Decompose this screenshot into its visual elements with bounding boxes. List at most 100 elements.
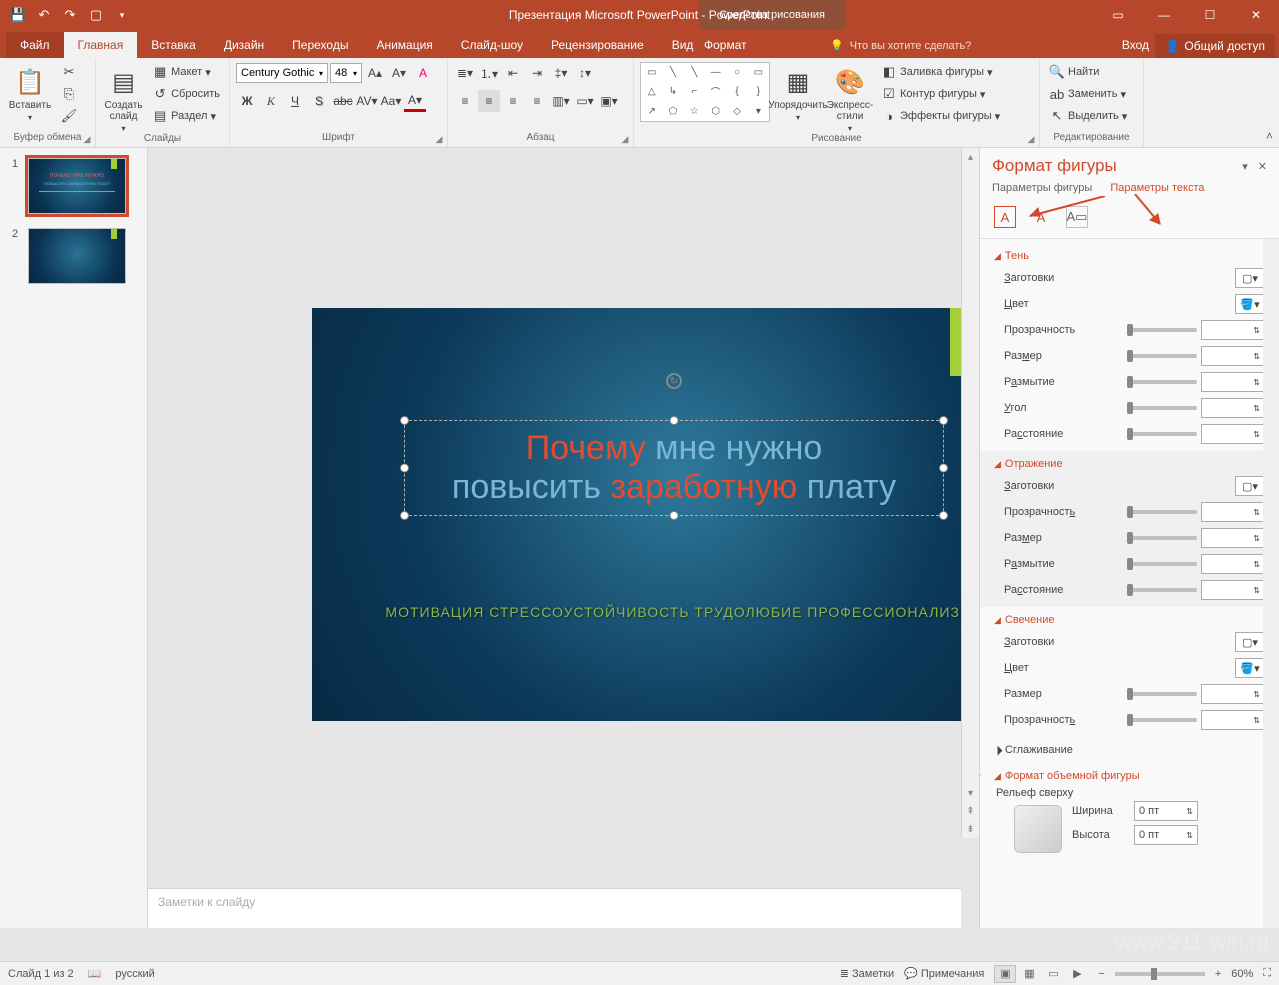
align-right-button[interactable]: ≡ — [502, 90, 524, 112]
reflection-size-slider[interactable] — [1127, 536, 1197, 540]
layout-button[interactable]: ▦Макет ▾ — [149, 62, 223, 82]
format-painter-button[interactable]: 🖌 — [58, 106, 80, 126]
pane-tab-shape-options[interactable]: Параметры фигуры — [992, 182, 1092, 194]
share-button[interactable]: 👤Общий доступ — [1155, 34, 1275, 58]
tell-me-search[interactable]: 💡Что вы хотите сделать? — [820, 33, 981, 58]
shadow-size-slider[interactable] — [1127, 354, 1197, 358]
reflection-distance-slider[interactable] — [1127, 588, 1197, 592]
save-icon[interactable]: 💾 — [6, 3, 30, 27]
spell-check-icon[interactable]: 📖 — [88, 967, 102, 980]
replace-button[interactable]: abЗаменить ▾ — [1046, 84, 1130, 104]
align-text-button[interactable]: ▭▾ — [574, 90, 596, 112]
shadow-size-input[interactable]: ⇅ — [1201, 346, 1265, 366]
find-button[interactable]: 🔍Найти — [1046, 62, 1130, 82]
tab-transitions[interactable]: Переходы — [278, 32, 362, 58]
section-button[interactable]: ▤Раздел ▾ — [149, 106, 223, 126]
decrease-font-icon[interactable]: A▾ — [388, 62, 410, 84]
resize-handle[interactable] — [400, 511, 409, 520]
shadow-angle-input[interactable]: ⇅ — [1201, 398, 1265, 418]
reading-view-icon[interactable]: ▭ — [1042, 965, 1064, 983]
sorter-view-icon[interactable]: ▦ — [1018, 965, 1040, 983]
section-shadow[interactable]: ◢Тень — [994, 247, 1265, 265]
italic-button[interactable]: К — [260, 90, 282, 112]
numbering-button[interactable]: ⒈▾ — [478, 62, 500, 84]
quick-styles-button[interactable]: 🎨 Экспресс-стили▾ — [826, 62, 874, 133]
columns-button[interactable]: ▥▾ — [550, 90, 572, 112]
shadow-color-dropdown[interactable]: 🪣▾ — [1235, 294, 1265, 314]
shapes-gallery[interactable]: ▭╲╲—○▭ △↳⌐⌒{} ↗⬠☆⬡◇▾ — [640, 62, 770, 122]
resize-handle[interactable] — [939, 511, 948, 520]
section-soft-edges[interactable]: ◢Сглаживание — [994, 741, 1265, 759]
font-size-combo[interactable]: 48▾ — [330, 63, 362, 83]
line-spacing-button[interactable]: ‡▾ — [550, 62, 572, 84]
title-text-box[interactable]: Почему мне нужно повысить заработную пла… — [404, 420, 944, 516]
shadow-distance-input[interactable]: ⇅ — [1201, 424, 1265, 444]
slide-canvas[interactable]: Почему мне нужно повысить заработную пла… — [312, 308, 979, 721]
select-button[interactable]: ↖Выделить ▾ — [1046, 106, 1130, 126]
scroll-up-icon[interactable]: ▴ — [962, 148, 979, 166]
bevel-top-preset[interactable] — [1014, 805, 1062, 853]
change-case-button[interactable]: Aa▾ — [380, 90, 402, 112]
notes-toggle[interactable]: ≣ Заметки — [840, 967, 894, 980]
collapse-ribbon-icon[interactable]: ˄ — [1266, 129, 1273, 143]
paste-button[interactable]: 📋 Вставить ▾ — [6, 62, 54, 122]
qat-more-icon[interactable]: ▾ — [110, 3, 134, 27]
strikethrough-button[interactable]: abc — [332, 90, 354, 112]
pane-options-icon[interactable]: ▾ — [1242, 160, 1248, 173]
bevel-height-input[interactable]: 0 пт⇅ — [1134, 825, 1198, 845]
dialog-launcher-icon[interactable]: ◢ — [433, 133, 445, 145]
zoom-in-icon[interactable]: + — [1215, 968, 1221, 980]
glow-presets-dropdown[interactable]: ▢▾ — [1235, 632, 1265, 652]
scroll-down-icon[interactable]: ▾ — [962, 784, 979, 802]
tab-slideshow[interactable]: Слайд-шоу — [447, 32, 537, 58]
slide-thumbnail-1[interactable]: ПОЧЕМУ МНЕ НУЖНО ПОВЫСИТЬ ЗАРАБОТНУЮ ПЛА… — [28, 158, 126, 214]
tab-design[interactable]: Дизайн — [210, 32, 278, 58]
undo-icon[interactable]: ↶ — [32, 3, 56, 27]
shadow-angle-slider[interactable] — [1127, 406, 1197, 410]
slide-thumbnail-2[interactable] — [28, 228, 126, 284]
resize-handle[interactable] — [939, 464, 948, 473]
shadow-transparency-input[interactable]: ⇅ — [1201, 320, 1265, 340]
text-fill-outline-icon[interactable]: A — [994, 206, 1016, 228]
char-spacing-button[interactable]: AV▾ — [356, 90, 378, 112]
shadow-button[interactable]: S — [308, 90, 330, 112]
shadow-blur-input[interactable]: ⇅ — [1201, 372, 1265, 392]
bullets-button[interactable]: ≣▾ — [454, 62, 476, 84]
resize-handle[interactable] — [670, 416, 679, 425]
increase-indent-button[interactable]: ⇥ — [526, 62, 548, 84]
ribbon-display-options-icon[interactable]: ▭ — [1095, 0, 1141, 30]
pane-tab-text-options[interactable]: Параметры текста — [1110, 182, 1204, 194]
reflection-transparency-slider[interactable] — [1127, 510, 1197, 514]
close-icon[interactable]: ✕ — [1233, 0, 1279, 30]
shadow-presets-dropdown[interactable]: ▢▾ — [1235, 268, 1265, 288]
glow-size-input[interactable]: ⇅ — [1201, 684, 1265, 704]
shape-fill-button[interactable]: ◧Заливка фигуры ▾ — [878, 62, 1003, 82]
zoom-out-icon[interactable]: − — [1098, 968, 1104, 980]
vertical-scrollbar[interactable]: ▴ ▾ ⇞ ⇟ — [961, 148, 979, 838]
dialog-launcher-icon[interactable]: ◢ — [1025, 133, 1037, 145]
redo-icon[interactable]: ↷ — [58, 3, 82, 27]
resize-handle[interactable] — [400, 464, 409, 473]
pane-close-icon[interactable]: ✕ — [1258, 160, 1267, 173]
slideshow-view-icon[interactable]: ▶ — [1066, 965, 1088, 983]
resize-handle[interactable] — [400, 416, 409, 425]
shadow-distance-slider[interactable] — [1127, 432, 1197, 436]
shape-effects-button[interactable]: ◑Эффекты фигуры ▾ — [878, 106, 1003, 126]
dialog-launcher-icon[interactable]: ◢ — [619, 133, 631, 145]
glow-transparency-input[interactable]: ⇅ — [1201, 710, 1265, 730]
next-slide-icon[interactable]: ⇟ — [962, 820, 979, 838]
start-from-beginning-icon[interactable]: ▢ — [84, 3, 108, 27]
section-reflection[interactable]: ◢Отражение — [994, 455, 1265, 473]
maximize-icon[interactable]: ☐ — [1187, 0, 1233, 30]
tab-home[interactable]: Главная — [64, 32, 138, 58]
decrease-indent-button[interactable]: ⇤ — [502, 62, 524, 84]
arrange-button[interactable]: ▦ Упорядочить▾ — [774, 62, 822, 122]
new-slide-button[interactable]: ▤ Создать слайд ▾ — [102, 62, 145, 133]
cut-button[interactable]: ✂ — [58, 62, 80, 82]
shadow-transparency-slider[interactable] — [1127, 328, 1197, 332]
normal-view-icon[interactable]: ▣ — [994, 965, 1016, 983]
glow-size-slider[interactable] — [1127, 692, 1197, 696]
shape-outline-button[interactable]: ☑Контур фигуры ▾ — [878, 84, 1003, 104]
language-indicator[interactable]: русский — [115, 968, 154, 980]
dialog-launcher-icon[interactable]: ◢ — [81, 133, 93, 145]
